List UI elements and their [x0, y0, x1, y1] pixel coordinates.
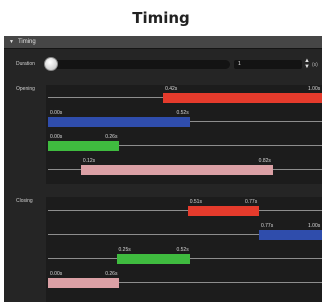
bar-start-label: 0.51s: [189, 199, 202, 205]
timing-bar[interactable]: [187, 206, 259, 216]
duration-unit: (s): [312, 62, 318, 68]
bar-start-label: 0.00s: [50, 271, 63, 277]
bar-end-label: 0.52s: [176, 110, 189, 116]
timing-bar[interactable]: [116, 254, 191, 264]
bar-start-label: 0.25s: [118, 247, 131, 253]
bar-end-label: 0.26s: [105, 271, 118, 277]
duration-label: Duration: [16, 61, 35, 67]
bar-end-label: 0.77s: [244, 199, 258, 205]
bar-end-label: 1.00s: [308, 223, 321, 229]
bar-end-label: 0.82s: [258, 158, 271, 164]
bar-end-label: 1.00s: [308, 86, 321, 92]
timing-bar[interactable]: [48, 278, 120, 288]
bar-start-label: 0.12s: [82, 158, 96, 164]
timing-panel: ▼ Timing Duration 1 ▲ ▼ (s) Opening 0.42…: [4, 36, 322, 302]
timing-bar[interactable]: [163, 93, 322, 103]
duration-input[interactable]: 1: [234, 60, 302, 69]
bar-end-label: 0.26s: [105, 134, 118, 140]
triangle-down-icon[interactable]: ▼: [9, 39, 14, 45]
bar-start-label: 0.00s: [50, 134, 63, 140]
closing-label: Closing: [16, 198, 33, 204]
opening-timeline: 0.42s 1.00s 0.00s 0.52s 0.00s 0.26s 0.12s 0.82s: [46, 85, 322, 184]
duration-stepper[interactable]: ▲ ▼: [303, 58, 311, 71]
page-caption: Timing: [132, 9, 190, 27]
duration-slider-track[interactable]: [47, 60, 230, 69]
bar-start-label: 0.00s: [50, 110, 63, 116]
panel-titlebar[interactable]: ▼ Timing: [4, 36, 322, 49]
bar-start-label: 0.77s: [260, 223, 274, 229]
track-line: [48, 210, 322, 211]
bar-start-label: 0.42s: [165, 86, 178, 92]
timing-bar[interactable]: [48, 117, 191, 127]
duration-slider-knob[interactable]: [44, 57, 58, 71]
closing-timeline: 0.51s 0.77s 0.77s 1.00s 0.25s 0.52s 0.00s 0.26s: [46, 197, 322, 302]
timing-bar[interactable]: [258, 230, 322, 240]
timing-bar[interactable]: [48, 141, 120, 151]
panel-title: Timing: [17, 39, 36, 45]
timing-bar[interactable]: [80, 165, 273, 175]
stepper-down-icon[interactable]: ▼: [303, 64, 311, 70]
bar-end-label: 0.52s: [176, 247, 189, 253]
opening-label: Opening: [16, 86, 35, 92]
